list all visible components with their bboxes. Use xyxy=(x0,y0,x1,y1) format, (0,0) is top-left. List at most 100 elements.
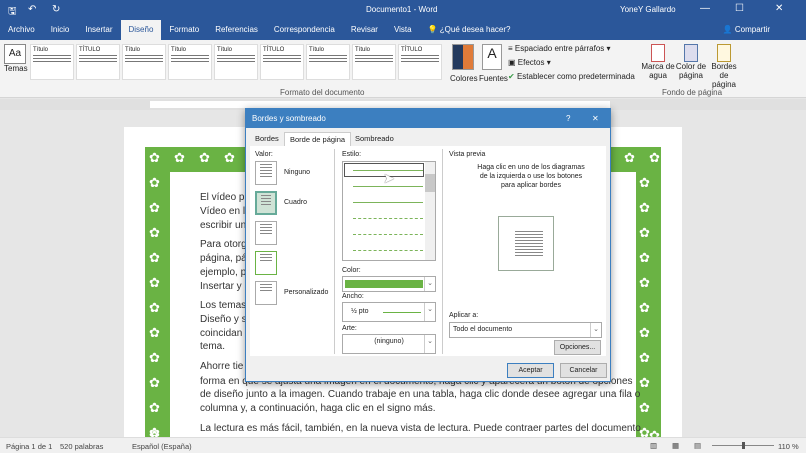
style-set-option[interactable]: TÍTULO xyxy=(260,44,304,80)
tab-borde-de-pagina[interactable]: Borde de página xyxy=(284,132,352,146)
share-button[interactable]: 👤 Compartir xyxy=(715,20,778,40)
style-option[interactable] xyxy=(353,218,423,219)
zoom-level[interactable]: 110 % xyxy=(778,442,799,451)
document-line[interactable]: Diseño y s xyxy=(200,314,247,325)
zoom-slider[interactable] xyxy=(712,442,774,449)
tab-archivo[interactable]: Archivo xyxy=(0,20,43,40)
setting-sombra-icon[interactable] xyxy=(255,221,277,245)
tab-revisar[interactable]: Revisar xyxy=(343,20,386,40)
dialog-close-button[interactable]: ✕ xyxy=(592,109,599,128)
fonts-label[interactable]: Fuentes xyxy=(479,74,508,83)
style-set-option[interactable]: TÍTULO xyxy=(76,44,120,80)
document-line[interactable]: Vídeo en l xyxy=(200,206,245,217)
document-line[interactable]: Los temas xyxy=(200,300,246,311)
document-line[interactable]: página, pá xyxy=(200,253,247,264)
tab-insertar[interactable]: Insertar xyxy=(77,20,120,40)
setting-personalizado-icon[interactable] xyxy=(255,281,277,305)
watermark-button[interactable]: Marca de agua xyxy=(640,44,676,80)
document-line[interactable]: tema. xyxy=(200,341,225,352)
minimize-icon[interactable]: — xyxy=(700,3,710,14)
style-option[interactable] xyxy=(353,202,423,203)
save-icon[interactable]: 🖫 xyxy=(8,4,17,21)
apply-to-select[interactable]: Todo el documento ⌄ xyxy=(449,322,602,338)
web-layout-icon[interactable]: ▤ xyxy=(694,441,701,450)
document-line[interactable]: columna y, a continuación, haga clic en … xyxy=(200,403,436,414)
style-set-title: Título xyxy=(355,47,371,53)
tab-sombreado[interactable]: Sombreado xyxy=(350,132,399,146)
chevron-down-icon: ⌄ xyxy=(424,277,435,291)
arte-label: Arte: xyxy=(342,325,357,332)
colors-label[interactable]: Colores xyxy=(450,74,478,83)
style-option[interactable] xyxy=(353,250,423,251)
document-line[interactable]: escribir un xyxy=(200,220,246,231)
options-button[interactable]: Opciones... xyxy=(554,340,601,355)
document-line[interactable]: de diseño junto a la imagen. Cuando trab… xyxy=(200,389,640,400)
document-line[interactable]: Para otorg xyxy=(200,239,247,250)
style-set-option[interactable]: Título xyxy=(168,44,212,80)
document-line[interactable]: El vídeo pr xyxy=(200,192,248,203)
page-borders-button[interactable]: Bordes de página xyxy=(708,44,740,89)
user-name[interactable]: YoneY Gallardo xyxy=(620,5,676,14)
style-list-scrollbar[interactable] xyxy=(425,162,435,260)
themes-button[interactable]: Aa Temas xyxy=(4,44,28,88)
setting-ninguno-label[interactable]: Ninguno xyxy=(284,169,310,176)
style-set-option[interactable]: TÍTULO xyxy=(398,44,442,80)
document-line[interactable]: Ahorre tie xyxy=(200,361,243,372)
width-select[interactable]: ½ pto ⌄ xyxy=(342,302,436,322)
setting-ninguno-icon[interactable] xyxy=(255,161,277,185)
style-list[interactable]: ➤ xyxy=(342,161,436,261)
document-line[interactable]: ejemplo, p xyxy=(200,267,246,278)
maximize-icon[interactable]: ☐ xyxy=(735,3,744,14)
tab-diseno[interactable]: Diseño xyxy=(120,20,162,40)
ok-button[interactable]: Aceptar xyxy=(507,363,554,378)
colors-icon[interactable] xyxy=(452,44,474,70)
close-icon[interactable]: ✕ xyxy=(775,3,783,14)
redo-icon[interactable]: ↻ xyxy=(52,4,60,15)
style-set-option[interactable]: Título xyxy=(122,44,166,80)
document-line[interactable]: Insertar y xyxy=(200,281,242,292)
tell-me-input[interactable]: 💡 ¿Qué desea hacer? xyxy=(420,20,519,40)
flower-border-icon: ✿ xyxy=(149,250,160,265)
style-option[interactable] xyxy=(353,234,423,235)
undo-icon[interactable]: ↶ xyxy=(28,4,36,15)
word-count[interactable]: 520 palabras xyxy=(60,442,103,451)
tab-inicio[interactable]: Inicio xyxy=(43,20,78,40)
paragraph-spacing-label: Espaciado entre párrafos xyxy=(514,44,605,53)
style-set-option[interactable]: Título xyxy=(306,44,350,80)
read-mode-icon[interactable]: ▥ xyxy=(650,441,657,450)
page-color-button[interactable]: Color de página xyxy=(675,44,707,80)
style-set-option[interactable]: Título xyxy=(352,44,396,80)
tab-vista[interactable]: Vista xyxy=(386,20,420,40)
set-default-button[interactable]: ✔ Establecer como predeterminada xyxy=(508,72,635,81)
page-count[interactable]: Página 1 de 1 xyxy=(6,442,52,451)
style-set-option[interactable]: Título xyxy=(30,44,74,80)
paragraph-spacing-button[interactable]: ≡ Espaciado entre párrafos ▾ xyxy=(508,44,611,53)
cancel-button[interactable]: Cancelar xyxy=(560,363,607,378)
art-value: (ninguno) xyxy=(374,338,404,345)
fonts-icon[interactable]: A xyxy=(482,44,502,70)
help-button[interactable]: ? xyxy=(566,109,570,128)
watermark-label: Marca de agua xyxy=(641,62,675,80)
setting-cuadro-icon[interactable] xyxy=(255,191,277,215)
style-set-option[interactable]: Título xyxy=(214,44,258,80)
tab-referencias[interactable]: Referencias xyxy=(207,20,266,40)
document-line[interactable]: La lectura es más fácil, también, en la … xyxy=(200,423,641,434)
width-value: ½ pto xyxy=(351,308,369,315)
setting-3d-icon[interactable] xyxy=(255,251,277,275)
tab-formato[interactable]: Formato xyxy=(161,20,207,40)
setting-cuadro-label[interactable]: Cuadro xyxy=(284,199,307,206)
effects-button[interactable]: ▣ Efectos ▾ xyxy=(508,58,551,67)
print-layout-icon[interactable]: ▦ xyxy=(672,441,679,450)
group-label-formato: Formato del documento xyxy=(280,88,365,97)
art-select[interactable]: (ninguno) ⌄ xyxy=(342,334,436,354)
tab-correspondencia[interactable]: Correspondencia xyxy=(266,20,343,40)
color-select[interactable]: ⌄ xyxy=(342,276,436,292)
preview-diagram[interactable] xyxy=(498,216,554,271)
document-line[interactable]: coincidan xyxy=(200,328,242,339)
setting-personalizado-label[interactable]: Personalizado xyxy=(284,289,328,296)
flower-border-icon: ✿ xyxy=(639,175,650,190)
flower-border-icon: ✿ xyxy=(149,200,160,215)
language[interactable]: Español (España) xyxy=(132,442,192,451)
flower-border-icon: ✿ xyxy=(224,150,235,165)
tab-bordes[interactable]: Bordes xyxy=(250,132,284,146)
